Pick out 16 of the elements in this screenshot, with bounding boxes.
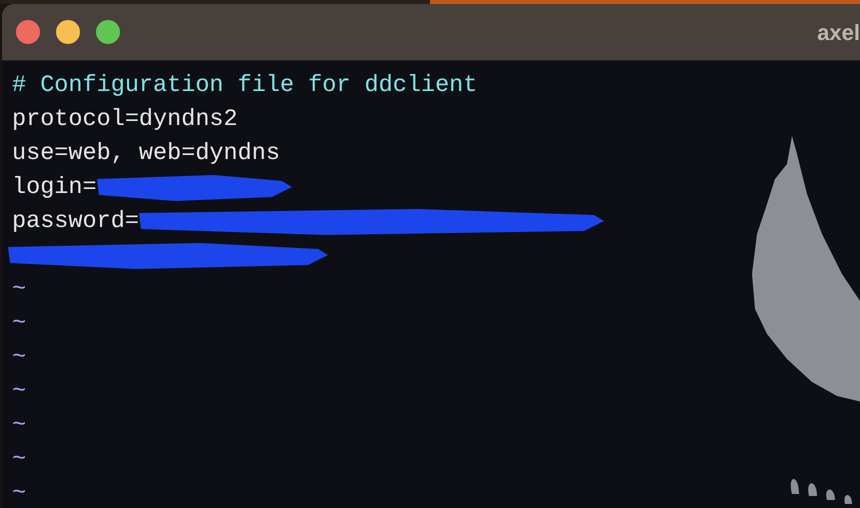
empty-line-marker: ~ [12, 343, 26, 373]
window-title: axel [817, 18, 860, 46]
empty-line-marker: ~ [12, 275, 26, 305]
config-line: protocol=dyndns2 [12, 105, 238, 135]
empty-line-marker: ~ [12, 479, 26, 508]
zoom-button[interactable] [96, 20, 120, 44]
comment-line: # Configuration file for ddclient [12, 71, 478, 101]
empty-line-marker: ~ [12, 445, 26, 475]
empty-line-marker: ~ [12, 309, 26, 339]
config-line: password= [12, 207, 139, 237]
close-button[interactable] [16, 20, 40, 44]
config-line: use=web, web=dyndns [12, 139, 280, 169]
minimize-button[interactable] [56, 20, 80, 44]
config-line: login= [12, 173, 97, 203]
empty-line-marker: ~ [12, 411, 26, 441]
empty-line-marker: ~ [12, 377, 26, 407]
